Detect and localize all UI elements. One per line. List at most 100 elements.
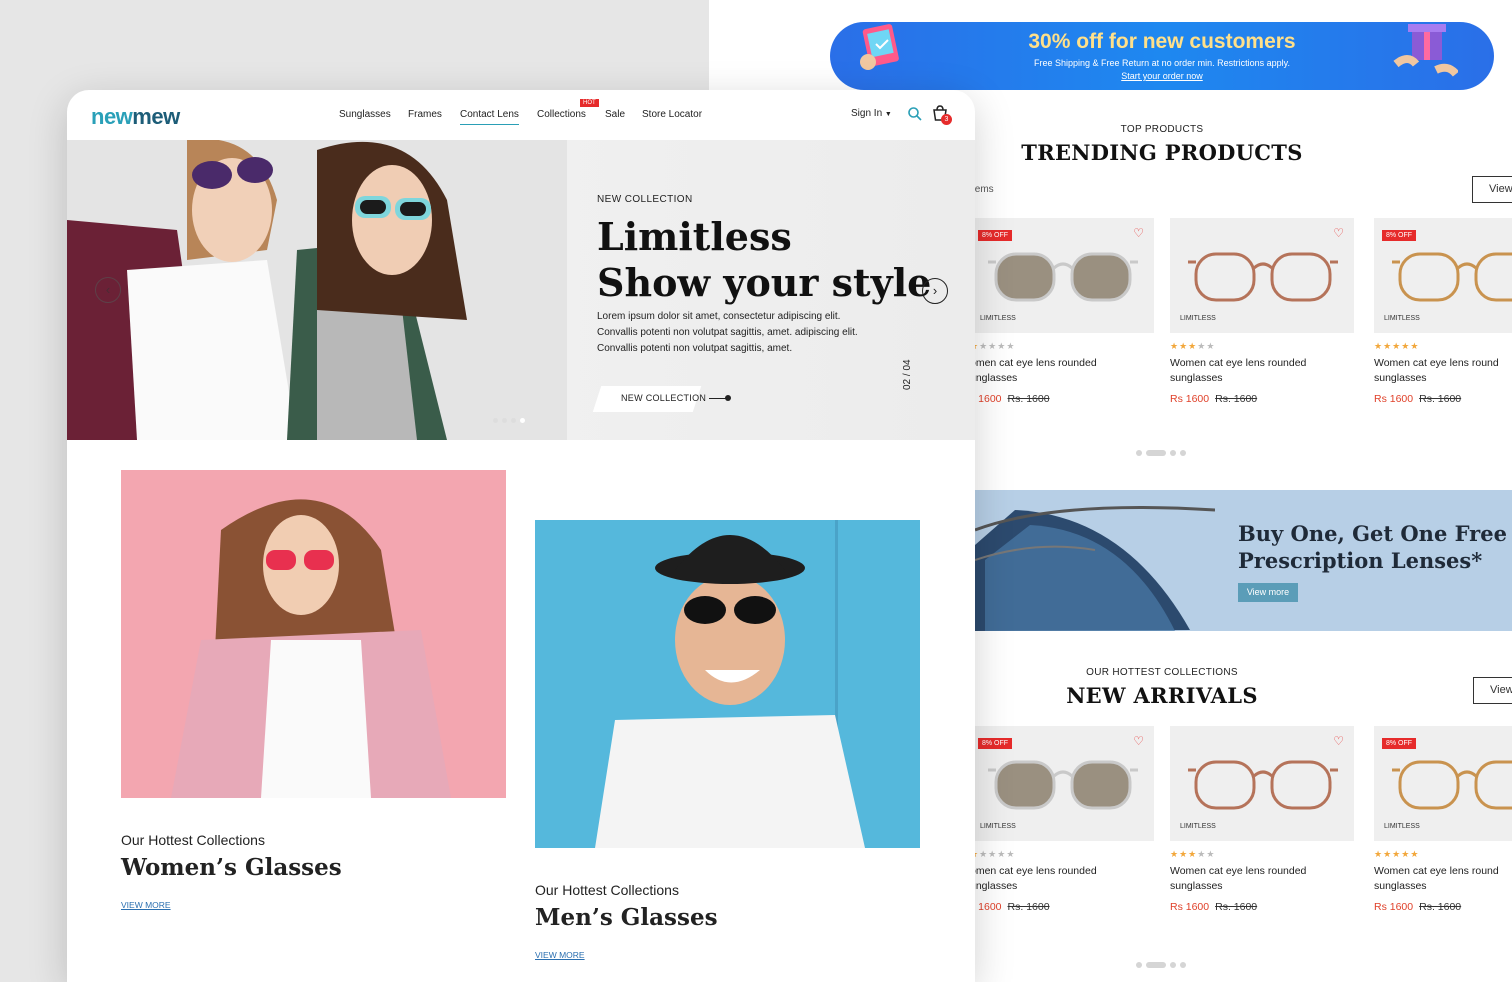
product-card[interactable]: ♡ LIMITLESS ★★★★★ Women cat eye lens rounde… xyxy=(1170,218,1354,405)
product-image-area[interactable]: 8% OFF LIMITLESS xyxy=(1374,218,1512,333)
old-price: Rs. 1600 xyxy=(1215,393,1258,405)
logo[interactable]: newmew xyxy=(91,104,180,130)
women-collection-title: Women’s Glasses xyxy=(121,854,342,881)
rating-stars-icon: ★★★★★ xyxy=(970,341,1016,351)
hero-title-line2: Show your style xyxy=(597,260,932,305)
product-brand: LIMITLESS xyxy=(1180,315,1216,322)
promo-banner[interactable]: 30% off for new customers Free Shipping … xyxy=(830,22,1494,90)
product-name[interactable]: Women cat eye lens rounded sunglasses xyxy=(1170,864,1330,894)
trending-title: TRENDING PRODUCTS xyxy=(1021,140,1303,165)
arrow-dot-icon xyxy=(725,395,731,401)
mens-collection-image[interactable] xyxy=(535,520,920,848)
nav-sale[interactable]: Sale xyxy=(605,109,625,120)
current-price: Rs 1600 xyxy=(1374,901,1414,913)
hero-models-photo xyxy=(67,140,567,440)
product-name[interactable]: omen cat eye lens rounded unglasses xyxy=(970,864,1130,894)
bogo-banner: Buy One, Get One Free Prescription Lense… xyxy=(975,490,1512,631)
nav-contact-lens[interactable]: Contact Lens xyxy=(460,109,519,125)
hero-slide-counter: 02 / 04 xyxy=(902,359,913,390)
product-card[interactable]: 8% OFF ♡ LIMITLESS ★★★★★ omen cat eye lens r… xyxy=(970,726,1154,913)
rating-stars-icon: ★★★★★ xyxy=(1374,341,1420,351)
nav-store-locator[interactable]: Store Locator xyxy=(642,109,702,120)
product-image-area[interactable]: 8% OFF ♡ LIMITLESS xyxy=(970,218,1154,333)
rating-stars-icon: ★★★★★ xyxy=(1374,849,1420,859)
product-image-area[interactable]: ♡ LIMITLESS xyxy=(1170,218,1354,333)
product-image-area[interactable]: ♡ LIMITLESS xyxy=(1170,726,1354,841)
old-price: Rs. 1600 xyxy=(1419,393,1462,405)
bogo-view-more-button[interactable]: View more xyxy=(1238,583,1298,602)
eyeglasses-product-image xyxy=(1392,760,1512,810)
trending-carousel-dots[interactable] xyxy=(1136,450,1186,456)
women-view-more-link[interactable]: VIEW MORE xyxy=(121,900,171,910)
hero-cta-label[interactable]: NEW COLLECTION xyxy=(621,393,706,403)
current-price: Rs 1600 xyxy=(1170,901,1210,913)
current-price: Rs 1600 xyxy=(1170,393,1210,405)
hero-slider: ‹ NEW COLLECTION Limitless Show your styl… xyxy=(67,140,975,440)
chevron-down-icon: ▼ xyxy=(884,111,892,118)
hero-prev-arrow-icon[interactable]: ‹ xyxy=(95,277,121,303)
product-name[interactable]: Women cat eye lens rounded sunglasses xyxy=(1170,356,1330,386)
product-price: s 1600 Rs. 1600 xyxy=(970,901,1154,913)
womens-collection-image[interactable] xyxy=(121,470,506,798)
discount-badge: 8% OFF xyxy=(978,738,1013,749)
product-card[interactable]: 8% OFF ♡ LIMITLESS ★★★★★ omen cat eye lens r… xyxy=(970,218,1154,405)
product-brand: LIMITLESS xyxy=(980,315,1016,322)
product-card[interactable]: 8% OFF LIMITLESS ★★★★★ Women cat eye lens r… xyxy=(1374,218,1512,405)
signin-dropdown[interactable]: Sign In ▼ xyxy=(851,108,892,119)
wishlist-heart-icon[interactable]: ♡ xyxy=(1333,226,1344,240)
product-price: s 1600 Rs. 1600 xyxy=(970,393,1154,405)
wishlist-heart-icon[interactable]: ♡ xyxy=(1333,734,1344,748)
items-label: tems xyxy=(972,184,994,195)
nav-sunglasses[interactable]: Sunglasses xyxy=(339,109,391,120)
cart-count-badge: 3 xyxy=(941,114,952,125)
arrivals-carousel-dots[interactable] xyxy=(1136,962,1186,968)
gift-box-icon xyxy=(1393,24,1458,77)
signin-label: Sign In xyxy=(851,108,883,119)
product-card[interactable]: ♡ LIMITLESS ★★★★★ Women cat eye lens rounde… xyxy=(1170,726,1354,913)
product-brand: LIMITLESS xyxy=(980,823,1016,830)
bogo-line1: Buy One, Get One Free xyxy=(1238,521,1507,546)
product-name[interactable]: Women cat eye lens round sunglasses xyxy=(1374,356,1512,386)
product-name[interactable]: omen cat eye lens rounded unglasses xyxy=(970,356,1130,386)
hero-description: Lorem ipsum dolor sit amet, consectetur … xyxy=(597,311,858,354)
eyeglasses-product-image xyxy=(1392,252,1512,302)
discount-badge: 8% OFF xyxy=(978,230,1013,241)
men-collection-kicker: Our Hottest Collections xyxy=(535,882,679,898)
nav-frames[interactable]: Frames xyxy=(408,109,442,120)
men-view-more-link[interactable]: VIEW MORE xyxy=(535,950,585,960)
eyeglasses-product-image xyxy=(1188,760,1338,810)
product-price: Rs 1600 Rs. 1600 xyxy=(1374,393,1512,405)
logo-part-new: new xyxy=(91,104,133,129)
trending-kicker: TOP PRODUCTS xyxy=(1120,124,1204,135)
eyeglasses-product-image xyxy=(988,760,1138,810)
arrivals-kicker: OUR HOTTEST COLLECTIONS xyxy=(1086,667,1238,678)
product-brand: LIMITLESS xyxy=(1180,823,1216,830)
wishlist-heart-icon[interactable]: ♡ xyxy=(1133,226,1144,240)
old-price: Rs. 1600 xyxy=(1215,901,1258,913)
trending-view-button[interactable]: View xyxy=(1472,176,1512,203)
product-price: Rs 1600 Rs. 1600 xyxy=(1170,901,1354,913)
current-price: Rs 1600 xyxy=(1374,393,1414,405)
eyeglasses-product-image xyxy=(988,252,1138,302)
men-collection-title: Men’s Glasses xyxy=(535,904,718,931)
discount-badge: 8% OFF xyxy=(1382,230,1417,241)
nav-collections[interactable]: Collections xyxy=(537,109,586,120)
logo-part-mew: mew xyxy=(132,104,180,129)
product-name[interactable]: Women cat eye lens round sunglasses xyxy=(1374,864,1512,894)
search-icon[interactable] xyxy=(907,106,923,122)
product-image-area[interactable]: 8% OFF LIMITLESS xyxy=(1374,726,1512,841)
hero-slide-dots[interactable] xyxy=(493,418,525,423)
women-collection-kicker: Our Hottest Collections xyxy=(121,832,265,848)
wishlist-heart-icon[interactable]: ♡ xyxy=(1133,734,1144,748)
rating-stars-icon: ★★★★★ xyxy=(1170,341,1216,351)
eyeglasses-product-image xyxy=(1188,252,1338,302)
old-price: Rs. 1600 xyxy=(1007,901,1050,913)
product-card[interactable]: 8% OFF LIMITLESS ★★★★★ Women cat eye lens r… xyxy=(1374,726,1512,913)
old-price: Rs. 1600 xyxy=(1419,901,1462,913)
hero-next-arrow-icon[interactable]: › xyxy=(922,278,948,304)
arrivals-view-button[interactable]: View xyxy=(1473,677,1512,704)
product-brand: LIMITLESS xyxy=(1384,823,1420,830)
rating-stars-icon: ★★★★★ xyxy=(1170,849,1216,859)
product-image-area[interactable]: 8% OFF ♡ LIMITLESS xyxy=(970,726,1154,841)
old-price: Rs. 1600 xyxy=(1007,393,1050,405)
